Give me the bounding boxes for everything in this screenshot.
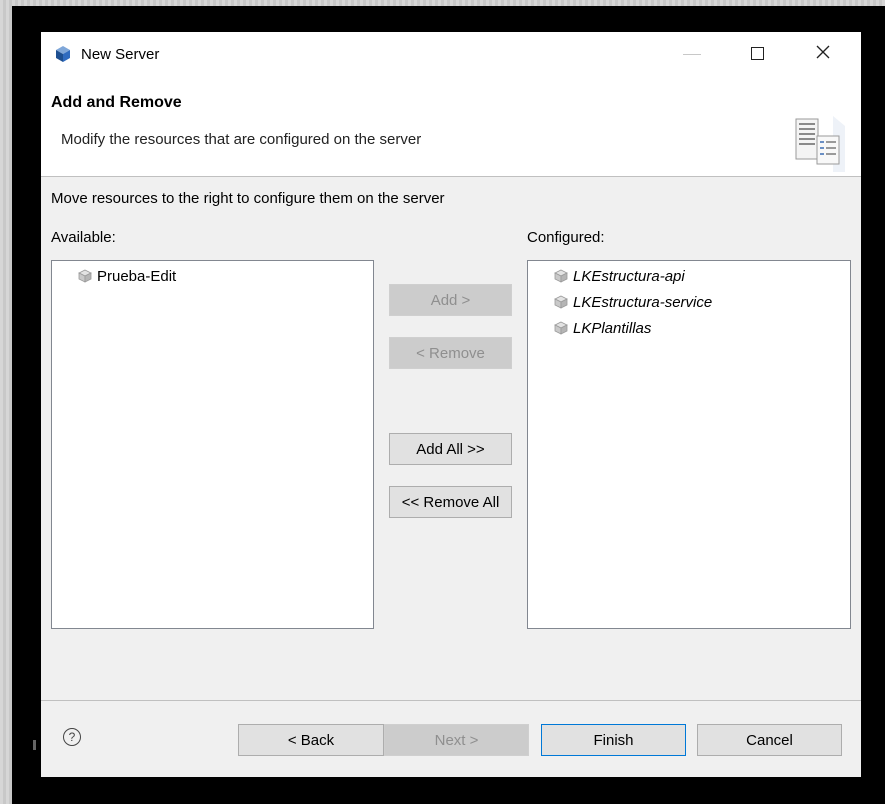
available-list[interactable]: Prueba-Edit: [51, 260, 374, 629]
add-button[interactable]: Add >: [389, 284, 512, 316]
project-icon: [554, 321, 568, 335]
title-bar[interactable]: New Server: [41, 32, 861, 76]
list-item[interactable]: Prueba-Edit: [78, 265, 176, 287]
finish-button[interactable]: Finish: [541, 724, 686, 756]
list-item[interactable]: LKEstructura-service: [554, 291, 712, 313]
cancel-button[interactable]: Cancel: [697, 724, 842, 756]
remove-all-button[interactable]: << Remove All: [389, 486, 512, 518]
list-item-label: LKEstructura-api: [573, 267, 685, 285]
configured-label: Configured:: [527, 229, 605, 246]
remove-button[interactable]: < Remove: [389, 337, 512, 369]
list-item-label: LKEstructura-service: [573, 293, 713, 311]
footer-separator: [41, 700, 861, 701]
add-all-button[interactable]: Add All >>: [389, 433, 512, 465]
desktop-background-left: [0, 0, 12, 804]
list-item-label: LKPlantillas: [573, 319, 652, 337]
project-icon: [554, 295, 568, 309]
project-icon: [78, 269, 92, 283]
help-icon[interactable]: ?: [63, 728, 81, 746]
next-button[interactable]: Next >: [384, 724, 529, 756]
page-description: Modify the resources that are configured…: [61, 131, 422, 148]
available-label: Available:: [51, 229, 116, 246]
maximize-button[interactable]: [751, 47, 764, 60]
page-title: Add and Remove: [51, 94, 182, 111]
server-wizard-illustration: [795, 116, 845, 172]
minimize-button[interactable]: [683, 54, 701, 55]
instruction-text: Move resources to the right to configure…: [51, 190, 445, 207]
configured-list[interactable]: LKEstructura-api LKEstructura-service LK…: [527, 260, 851, 629]
server-cube-icon: [56, 46, 70, 62]
window-title: New Server: [81, 46, 160, 63]
new-server-dialog: New Server Add and Remove Modify the res…: [41, 32, 861, 777]
banner-separator: [41, 176, 861, 177]
close-icon[interactable]: [815, 44, 831, 60]
list-item-label: Prueba-Edit: [97, 267, 177, 285]
list-item[interactable]: LKPlantillas: [554, 317, 651, 339]
wizard-banner: Add and Remove Modify the resources that…: [41, 76, 861, 176]
list-item[interactable]: LKEstructura-api: [554, 265, 685, 287]
project-icon: [554, 269, 568, 283]
back-button[interactable]: < Back: [238, 724, 384, 756]
desktop-artifact: [33, 740, 36, 750]
